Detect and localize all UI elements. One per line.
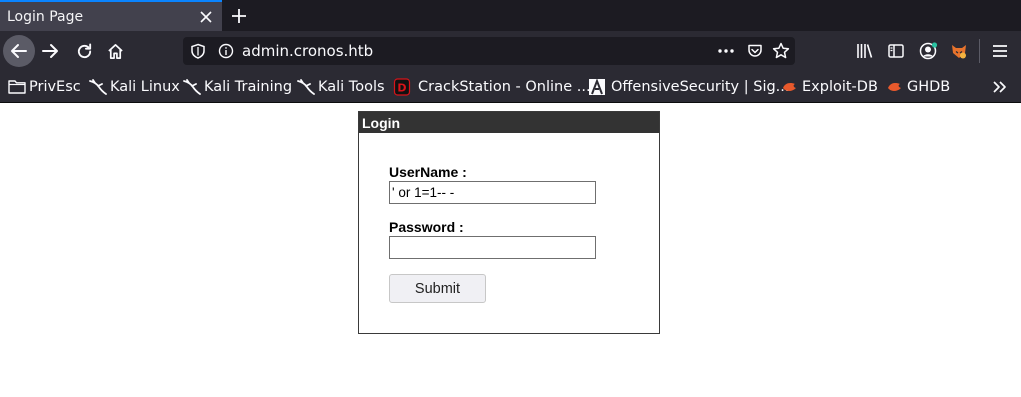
bookmark-star-icon[interactable] bbox=[772, 42, 790, 60]
tab-login-page[interactable]: Login Page bbox=[0, 0, 222, 31]
bookmark-ghdb[interactable]: GHDB bbox=[886, 71, 950, 102]
tab-title: Login Page bbox=[7, 8, 84, 25]
folder-icon bbox=[8, 79, 26, 95]
tracking-protection-shield-icon[interactable] bbox=[190, 43, 206, 59]
submit-button[interactable]: Submit bbox=[389, 274, 486, 303]
bookmark-offensive-security[interactable]: OffensiveSecurity | Sig... bbox=[588, 71, 790, 102]
kali-dragon-icon bbox=[183, 78, 201, 95]
crackstation-icon: D bbox=[393, 77, 411, 96]
bookmark-crackstation[interactable]: D CrackStation - Online ... bbox=[393, 71, 591, 102]
sidebar-icon[interactable] bbox=[886, 41, 906, 61]
kali-dragon-icon bbox=[89, 78, 107, 95]
bookmark-kali-linux[interactable]: Kali Linux bbox=[89, 71, 180, 102]
hamburger-menu-icon[interactable] bbox=[990, 41, 1010, 61]
bookmark-label: OffensiveSecurity | Sig... bbox=[611, 78, 790, 95]
login-form-header: Login bbox=[359, 112, 659, 133]
login-form: Login UserName : Password : Submit bbox=[358, 111, 660, 334]
password-label: Password : bbox=[389, 219, 464, 235]
site-info-icon[interactable] bbox=[218, 43, 234, 59]
kali-dragon-icon bbox=[297, 78, 315, 95]
close-tab-icon[interactable] bbox=[193, 10, 219, 23]
bookmark-label: Kali Training bbox=[204, 78, 293, 95]
exploitdb-icon bbox=[781, 79, 799, 95]
tab-strip: Login Page bbox=[0, 0, 1021, 31]
bookmark-label: Exploit-DB bbox=[802, 78, 878, 95]
bookmark-label: PrivEsc bbox=[29, 78, 81, 95]
back-arrow-icon[interactable] bbox=[3, 35, 35, 67]
new-tab-icon[interactable] bbox=[226, 0, 252, 31]
bookmark-exploit-db[interactable]: Exploit-DB bbox=[781, 71, 878, 102]
bookmarks-overflow-chevron-icon[interactable] bbox=[990, 78, 1010, 96]
username-label: UserName : bbox=[389, 164, 467, 180]
bookmarks-toolbar: PrivEsc Kali Linux Kali Training Kali To… bbox=[0, 71, 1021, 103]
bookmark-label: Kali Tools bbox=[318, 78, 385, 95]
url-text[interactable]: admin.cronos.htb bbox=[242, 42, 373, 60]
svg-text:D: D bbox=[397, 81, 406, 94]
pocket-icon[interactable] bbox=[747, 43, 763, 59]
bookmark-kali-tools[interactable]: Kali Tools bbox=[297, 71, 385, 102]
foxyproxy-extension-icon[interactable] bbox=[949, 41, 969, 61]
reload-icon[interactable] bbox=[70, 37, 98, 65]
page-actions-menu-icon[interactable] bbox=[716, 42, 736, 60]
bookmark-label: GHDB bbox=[907, 78, 951, 95]
toolbar-separator bbox=[979, 39, 980, 63]
password-input[interactable] bbox=[389, 236, 596, 259]
ghdb-icon bbox=[886, 79, 904, 95]
home-icon[interactable] bbox=[101, 37, 129, 65]
bookmark-kali-training[interactable]: Kali Training bbox=[183, 71, 292, 102]
bookmark-label: CrackStation - Online ... bbox=[418, 78, 591, 95]
bookmark-privesc[interactable]: PrivEsc bbox=[8, 71, 81, 102]
bookmark-label: Kali Linux bbox=[110, 78, 180, 95]
forward-arrow-icon[interactable] bbox=[36, 37, 64, 65]
offsec-icon bbox=[588, 77, 606, 95]
account-icon[interactable] bbox=[918, 41, 938, 61]
username-input[interactable] bbox=[389, 181, 596, 204]
navigation-toolbar: admin.cronos.htb bbox=[0, 31, 1021, 71]
address-bar[interactable]: admin.cronos.htb bbox=[183, 37, 795, 65]
library-icon[interactable] bbox=[855, 41, 875, 61]
